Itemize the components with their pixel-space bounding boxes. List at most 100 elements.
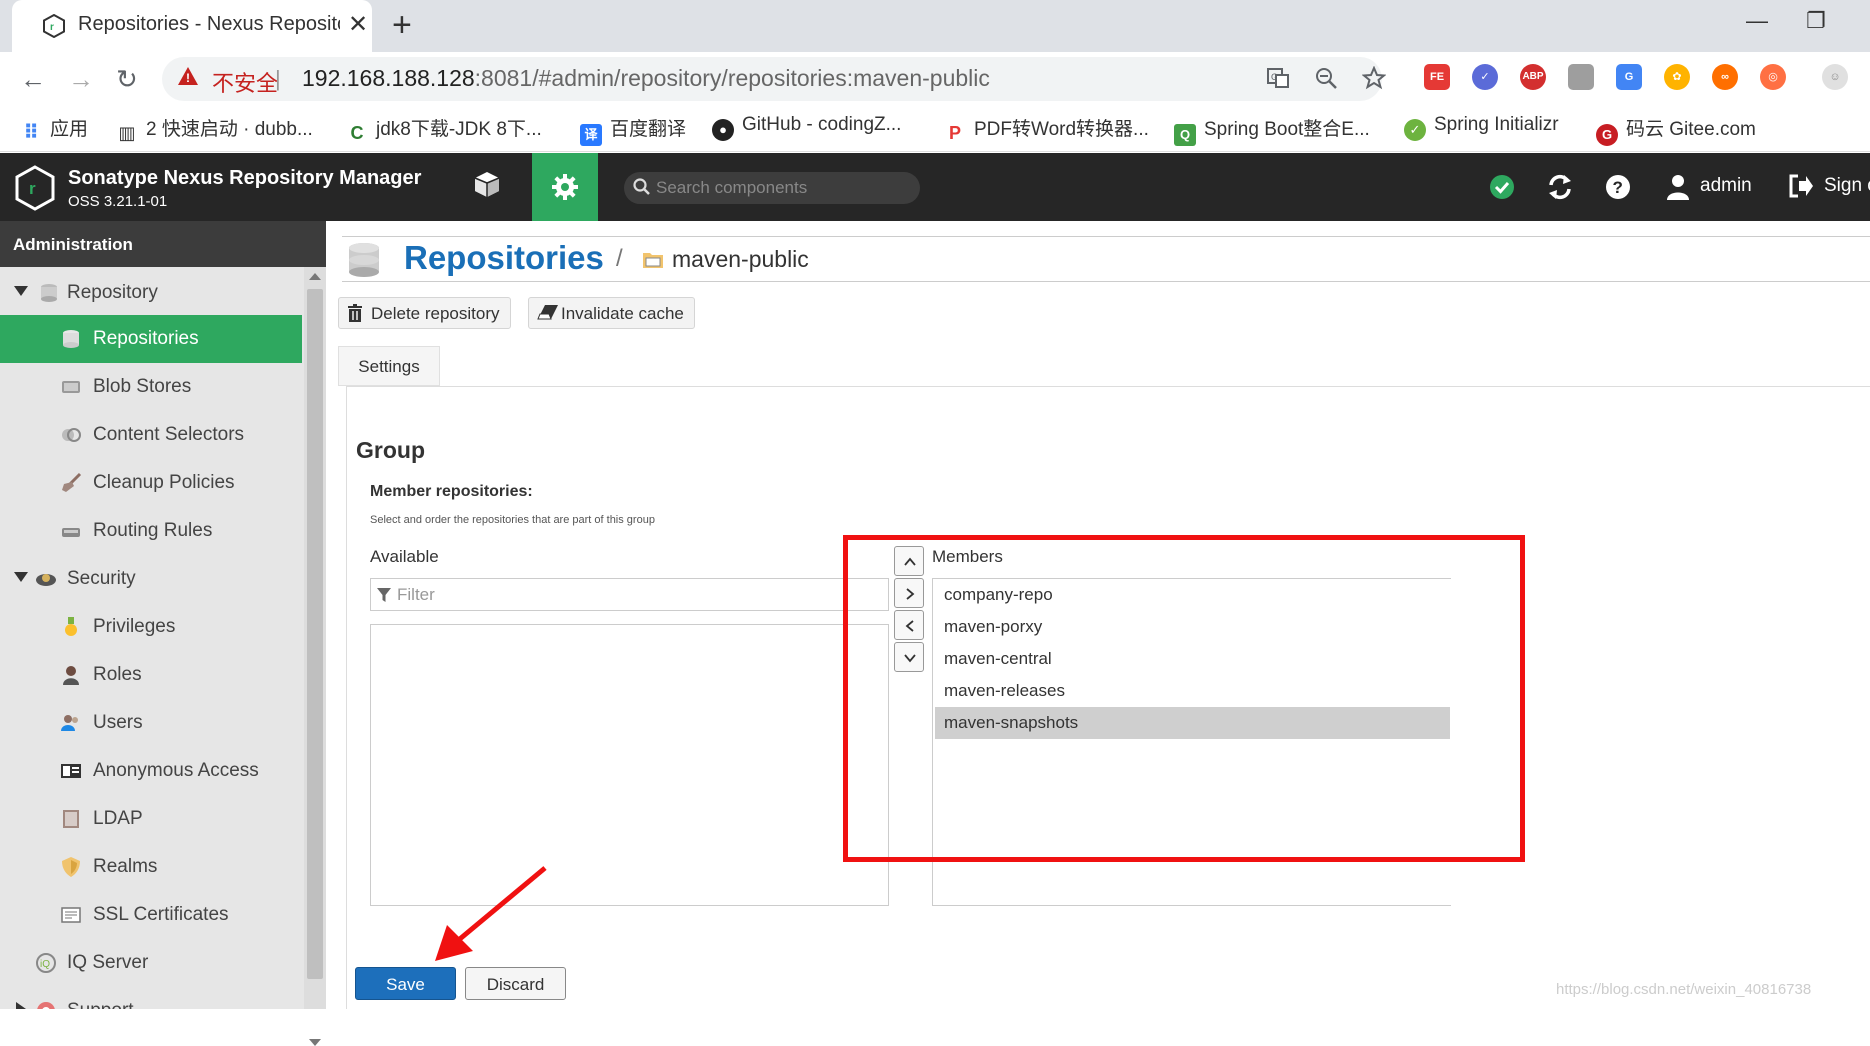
users-icon: [61, 715, 78, 731]
sidebar-item-anonymous-access[interactable]: Anonymous Access: [0, 747, 302, 795]
scroll-up-icon[interactable]: [309, 273, 321, 280]
check-extension-icon[interactable]: ✓: [1472, 64, 1498, 90]
restore-icon[interactable]: ❐: [1806, 8, 1826, 34]
sign-out-icon[interactable]: [1788, 173, 1814, 199]
address-bar[interactable]: ! 不安全 | 192.168.188.128:8081/#admin/repo…: [162, 57, 1382, 101]
screenshot-extension-icon[interactable]: [1568, 64, 1594, 90]
app-header: r Sonatype Nexus Repository Manager OSS …: [0, 153, 1870, 221]
group-heading: Group: [356, 437, 425, 463]
sidebar-item-privileges[interactable]: Privileges: [0, 603, 302, 651]
bookmark-star-icon[interactable]: [1361, 65, 1387, 96]
adblock-extension-icon[interactable]: ABP: [1520, 64, 1546, 90]
sidebar-scrollbar[interactable]: [304, 267, 326, 1046]
lifebuoy-extension-icon[interactable]: ◎: [1760, 64, 1786, 90]
breadcrumb: Repositories / maven-public: [342, 236, 1870, 282]
svg-text:iQ: iQ: [40, 959, 50, 970]
sidebar-item-iq-server[interactable]: iQ IQ Server: [0, 939, 302, 987]
search-components[interactable]: [624, 172, 920, 204]
forward-icon[interactable]: →: [68, 64, 94, 95]
bookmark-spring-initializr[interactable]: ✓ Spring Initializr: [1404, 114, 1559, 141]
bookmark-spring-boot[interactable]: Q Spring Boot整合E...: [1174, 114, 1370, 146]
scrollbar-thumb[interactable]: [307, 289, 323, 979]
sidebar-item-ldap[interactable]: LDAP: [0, 795, 302, 843]
expand-arrow-icon[interactable]: [14, 572, 28, 582]
bookmark-pdf[interactable]: P PDF转Word转换器...: [944, 114, 1149, 144]
collapse-arrow-icon[interactable]: [16, 1002, 26, 1009]
url-text[interactable]: 192.168.188.128:8081/#admin/repository/r…: [302, 65, 990, 92]
discard-button[interactable]: Discard: [465, 967, 566, 1000]
sidebar-item-repository[interactable]: Repository: [0, 269, 302, 317]
browser-tab[interactable]: r Repositories - Nexus Repository ✕: [12, 0, 372, 52]
sidebar-item-content-selectors[interactable]: Content Selectors: [0, 411, 302, 459]
bookmark-dubbo[interactable]: ▥ 2 快速启动 · dubb...: [116, 114, 312, 144]
sidebar-item-security[interactable]: Security: [0, 555, 302, 603]
invalidate-cache-button[interactable]: Invalidate cache: [528, 297, 695, 329]
database-icon: [349, 243, 379, 277]
user-icon[interactable]: [1666, 173, 1690, 201]
bookmark-gitee[interactable]: G 码云 Gitee.com: [1596, 114, 1756, 146]
back-icon[interactable]: ←: [20, 64, 46, 95]
fe-extension-icon[interactable]: FE: [1424, 64, 1450, 90]
breadcrumb-repositories-link[interactable]: Repositories: [404, 239, 604, 277]
search-input[interactable]: [656, 176, 906, 200]
profile-avatar[interactable]: ☺: [1822, 64, 1848, 90]
trash-icon: [348, 304, 362, 322]
bookmark-apps[interactable]: ⠿ 应用: [20, 114, 88, 144]
scroll-down-icon[interactable]: [309, 1039, 321, 1046]
sidebar-item-users[interactable]: Users: [0, 699, 302, 747]
security-icon: [36, 574, 56, 586]
annotation-highlight-box: [843, 535, 1525, 862]
sign-out-link[interactable]: Sign out: [1824, 175, 1870, 197]
new-tab-icon[interactable]: +: [392, 6, 412, 45]
minimize-icon[interactable]: —: [1746, 8, 1768, 34]
eraser-icon: [537, 305, 558, 320]
tab-settings[interactable]: Settings: [338, 346, 440, 386]
role-icon: [63, 666, 79, 685]
help-icon[interactable]: ?: [1604, 173, 1632, 201]
bookmark-jdk[interactable]: Cjdk8下载-JDK 8下...: [346, 114, 542, 144]
google-translate-extension-icon[interactable]: G: [1616, 64, 1642, 90]
delete-repository-button[interactable]: Delete repository: [338, 297, 511, 329]
expand-arrow-icon[interactable]: [14, 286, 28, 296]
color-extension-icon[interactable]: ✿: [1664, 64, 1690, 90]
sidebar-item-repositories[interactable]: Repositories: [0, 315, 302, 363]
admin-gear-button[interactable]: [532, 153, 598, 221]
gear-icon: [552, 174, 578, 200]
status-ok-icon[interactable]: [1488, 173, 1516, 201]
sidebar-item-cleanup-policies[interactable]: Cleanup Policies: [0, 459, 302, 507]
filter-field[interactable]: [370, 578, 889, 611]
bookmarks-bar: ⠿ 应用 ▥ 2 快速启动 · dubb... Cjdk8下载-JDK 8下... …: [0, 104, 1870, 152]
svg-text:r: r: [50, 22, 54, 33]
member-repositories-help: Select and order the repositories that a…: [370, 514, 655, 526]
annotation-arrow-icon: [435, 866, 547, 961]
bookmark-github[interactable]: ● GitHub - codingZ...: [712, 114, 901, 141]
nexus-favicon-icon: r: [43, 14, 65, 38]
database-icon: [63, 330, 79, 348]
zoom-icon[interactable]: [1314, 66, 1338, 96]
shield-icon: [62, 857, 80, 877]
sidebar-item-routing-rules[interactable]: Routing Rules: [0, 507, 302, 555]
breadcrumb-repo-name: maven-public: [672, 246, 809, 272]
url-host: 192.168.188.128: [302, 65, 475, 91]
translate-page-icon[interactable]: G: [1266, 66, 1290, 96]
sidebar-item-ssl-certificates[interactable]: SSL Certificates: [0, 891, 302, 939]
refresh-icon[interactable]: [1546, 173, 1574, 201]
sidebar-item-realms[interactable]: Realms: [0, 843, 302, 891]
browse-cube-icon[interactable]: [470, 169, 504, 203]
sidebar-item-blob-stores[interactable]: Blob Stores: [0, 363, 302, 411]
filter-input[interactable]: [397, 583, 877, 607]
sidebar-item-support[interactable]: Support: [0, 987, 302, 1009]
support-icon: [37, 1002, 55, 1009]
sidebar-item-roles[interactable]: Roles: [0, 651, 302, 699]
nexus-logo-icon[interactable]: r: [14, 165, 56, 211]
save-button[interactable]: Save: [355, 967, 456, 1000]
infinity-extension-icon[interactable]: ∞: [1712, 64, 1738, 90]
blob-store-icon: [62, 381, 80, 393]
book-icon: ▥: [118, 123, 136, 143]
user-name[interactable]: admin: [1700, 175, 1752, 197]
tab-title: Repositories - Nexus Repository: [78, 13, 340, 35]
reload-icon[interactable]: ↻: [116, 64, 138, 95]
bookmark-baidu-translate[interactable]: 译百度翻译: [580, 114, 686, 146]
tab-close-icon[interactable]: ✕: [348, 10, 368, 39]
iqiyi-icon: Q: [1174, 124, 1196, 146]
